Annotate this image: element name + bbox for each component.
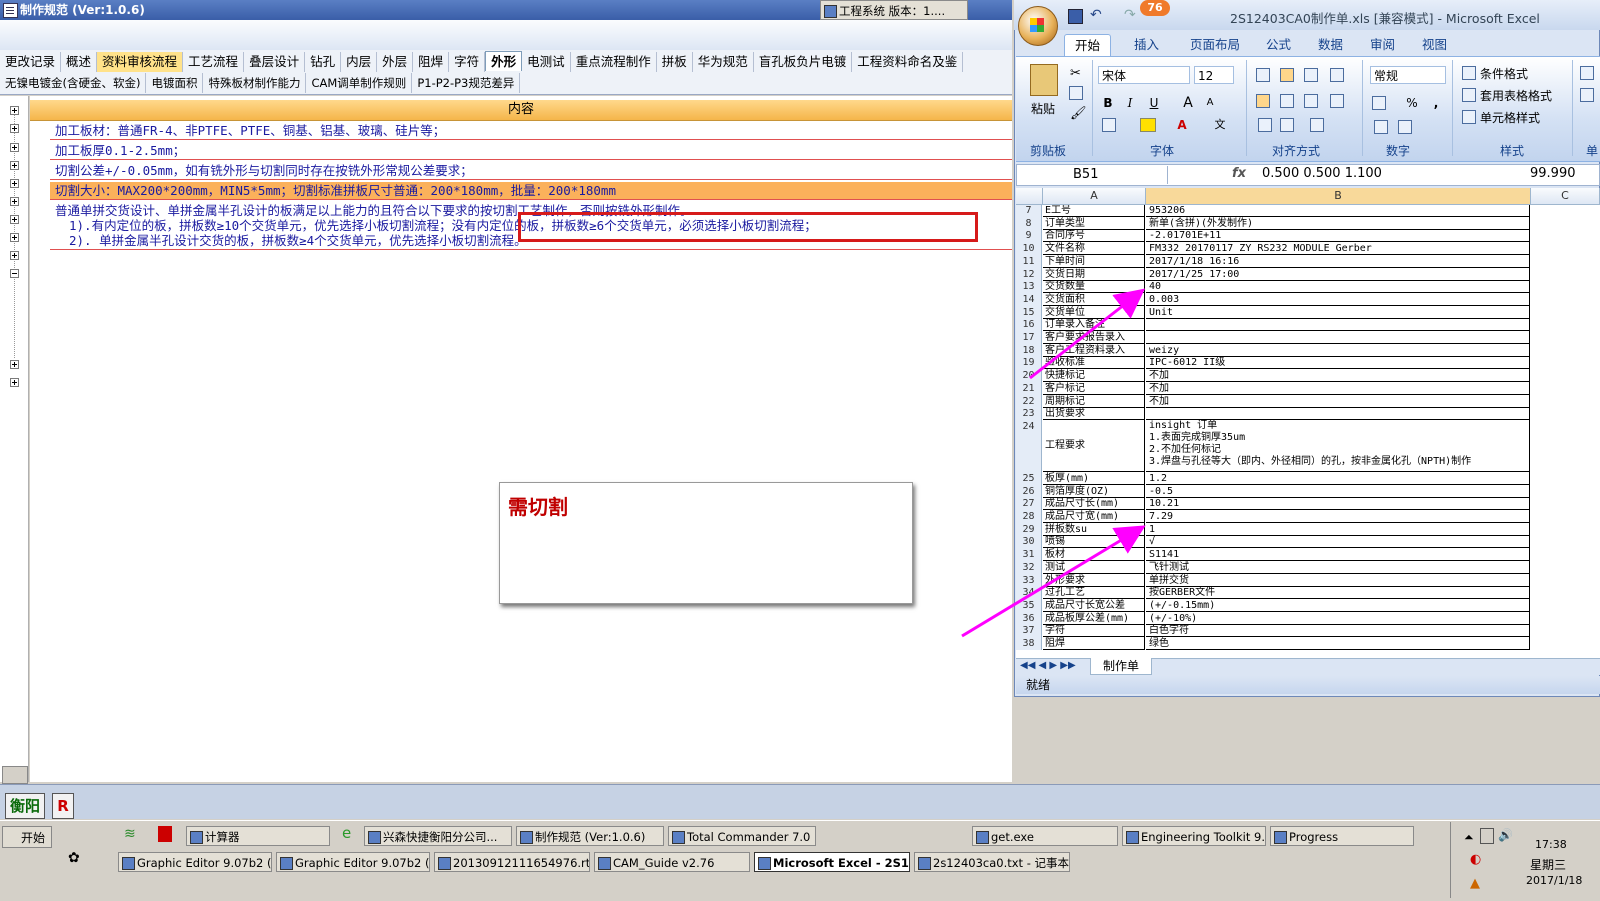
tray-icon[interactable] (1480, 828, 1494, 844)
sheet-tab-active[interactable]: 制作单 (1090, 658, 1153, 675)
quicklaunch-icon[interactable]: ✿ (68, 850, 80, 866)
taskbar-item[interactable]: 2s12403ca0.txt - 记事本 (914, 852, 1070, 872)
ie-icon[interactable]: e (342, 824, 351, 842)
excel-status-bar: 就绪 (1016, 676, 1600, 694)
clock-day: 星期三 (1530, 858, 1567, 872)
tray-icon[interactable]: ▲ (1470, 876, 1480, 891)
taskbar-item-active[interactable]: Microsoft Excel - 2S1... (754, 852, 910, 872)
taskbar-item[interactable]: 20130912111654976.rtf... (434, 852, 590, 872)
taskbar-item[interactable]: Progress (1270, 826, 1414, 846)
tray-icon[interactable]: ⏶ (1464, 830, 1474, 845)
taskbar-item[interactable]: Engineering Toolkit 9.... (1122, 826, 1266, 846)
taskbar-item[interactable]: Total Commander 7.0 ... (668, 826, 816, 846)
clock-time[interactable]: 17:38 (1535, 838, 1567, 851)
volume-icon[interactable]: 🔊 (1498, 828, 1513, 842)
taskbar-item[interactable]: 工程系统 版本：1.... (820, 0, 968, 20)
pdf-icon[interactable] (158, 826, 172, 842)
taskbar-item[interactable]: 计算器 (186, 826, 330, 846)
taskbar-item[interactable]: 兴森快捷衡阳分公司... (364, 826, 512, 846)
bottom-panel (0, 784, 1600, 819)
taskbar-item[interactable]: CAM_Guide v2.76 (594, 852, 750, 872)
r-button[interactable]: R (52, 793, 74, 819)
quicklaunch-icon[interactable]: ≋ (124, 826, 136, 842)
sheet-nav-arrows[interactable]: ◀◀ ◀ ▶ ▶▶ (1020, 660, 1076, 671)
clock-date: 2017/1/18 (1526, 874, 1583, 887)
hengyang-button[interactable]: 衡阳 (5, 793, 46, 819)
arrow-to-width (961, 525, 1146, 638)
tray-icon[interactable]: ◐ (1470, 852, 1481, 867)
start-button[interactable]: 开始 (2, 826, 52, 848)
annotation-arrows (961, 288, 1146, 638)
taskbar-item[interactable]: Graphic Editor 9.07b2 (0... (276, 852, 430, 872)
arrow-to-quantity (1029, 288, 1146, 380)
taskbar-item[interactable]: Graphic Editor 9.07b2 (0... (118, 852, 272, 872)
taskbar-item[interactable]: 制作规范 (Ver:1.0.6) (516, 826, 664, 846)
taskbar-item[interactable]: get.exe (972, 826, 1118, 846)
